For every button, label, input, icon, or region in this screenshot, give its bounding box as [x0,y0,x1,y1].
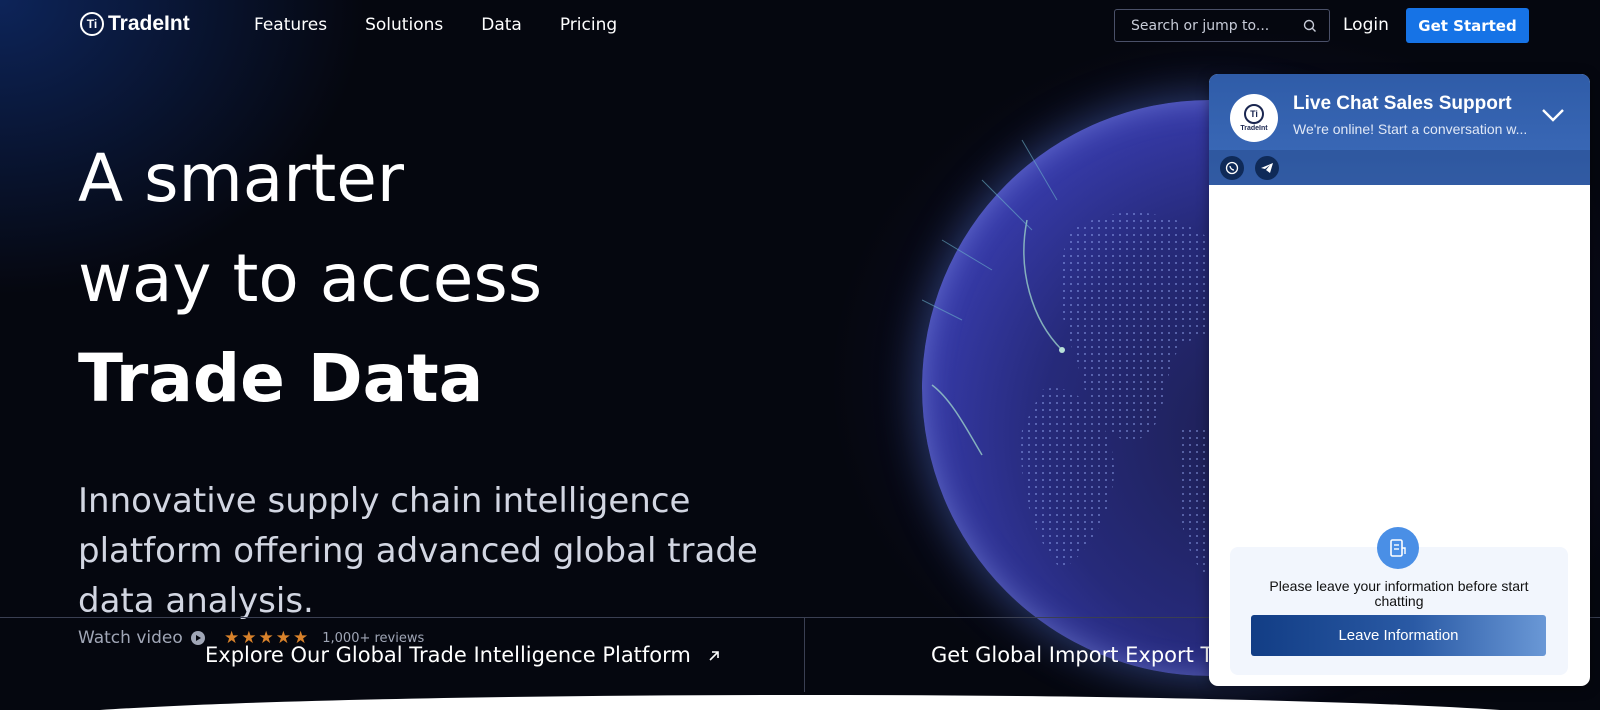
bottom-curve [100,695,1500,710]
watch-video-label: Watch video [78,628,183,648]
hero-title-line-3: Trade Data [78,340,484,417]
logo-text: TradeInt [108,12,190,35]
avatar-label: TradeInt [1240,125,1268,132]
play-icon [190,631,205,645]
logo[interactable]: Ti TradeInt [80,12,190,36]
top-navigation: Ti TradeInt Features Solutions Data Pric… [0,0,1600,52]
hero-title-line-1: A smarter [78,140,405,217]
login-link[interactable]: Login [1343,15,1389,35]
explore-platform-link[interactable]: Explore Our Global Trade Intelligence Pl… [205,643,720,667]
chat-title: Live Chat Sales Support [1293,93,1512,114]
import-export-link[interactable]: Get Global Import Export Tra [931,643,1232,667]
live-chat-widget: Ti TradeInt Live Chat Sales Support We'r… [1209,74,1590,686]
leave-information-button[interactable]: Leave Information [1251,615,1546,656]
search-icon [1303,19,1316,32]
hero-subtitle: Innovative supply chain intelligence pla… [78,481,758,621]
hero-title-line-2: way to access [78,240,543,317]
avatar: Ti TradeInt [1230,94,1278,142]
chevron-down-icon[interactable] [1539,104,1567,126]
form-prompt: Please leave your information before sta… [1269,578,1529,609]
logo-icon: Ti [1244,104,1264,124]
leave-info-form: Please leave your information before sta… [1230,527,1568,675]
chat-subtitle: We're online! Start a conversation w... [1293,121,1528,137]
watch-video-link[interactable]: Watch video [78,628,205,648]
arrow-up-right-icon [709,651,719,661]
bottom-divider-vertical [804,617,805,692]
nav-data[interactable]: Data [481,15,522,35]
whatsapp-icon[interactable] [1220,156,1244,180]
nav-pricing[interactable]: Pricing [560,15,617,35]
form-icon [1377,527,1419,569]
nav-solutions[interactable]: Solutions [365,15,443,35]
search-placeholder: Search or jump to... [1131,17,1270,34]
search-input[interactable]: Search or jump to... [1114,9,1330,42]
telegram-icon[interactable] [1255,156,1279,180]
explore-platform-label: Explore Our Global Trade Intelligence Pl… [205,643,691,667]
chat-channels [1209,150,1590,185]
nav-links: Features Solutions Data Pricing [254,15,617,35]
chat-header: Ti TradeInt Live Chat Sales Support We'r… [1209,74,1590,185]
get-started-button[interactable]: Get Started [1406,8,1529,43]
logo-icon: Ti [80,12,104,36]
nav-features[interactable]: Features [254,15,327,35]
